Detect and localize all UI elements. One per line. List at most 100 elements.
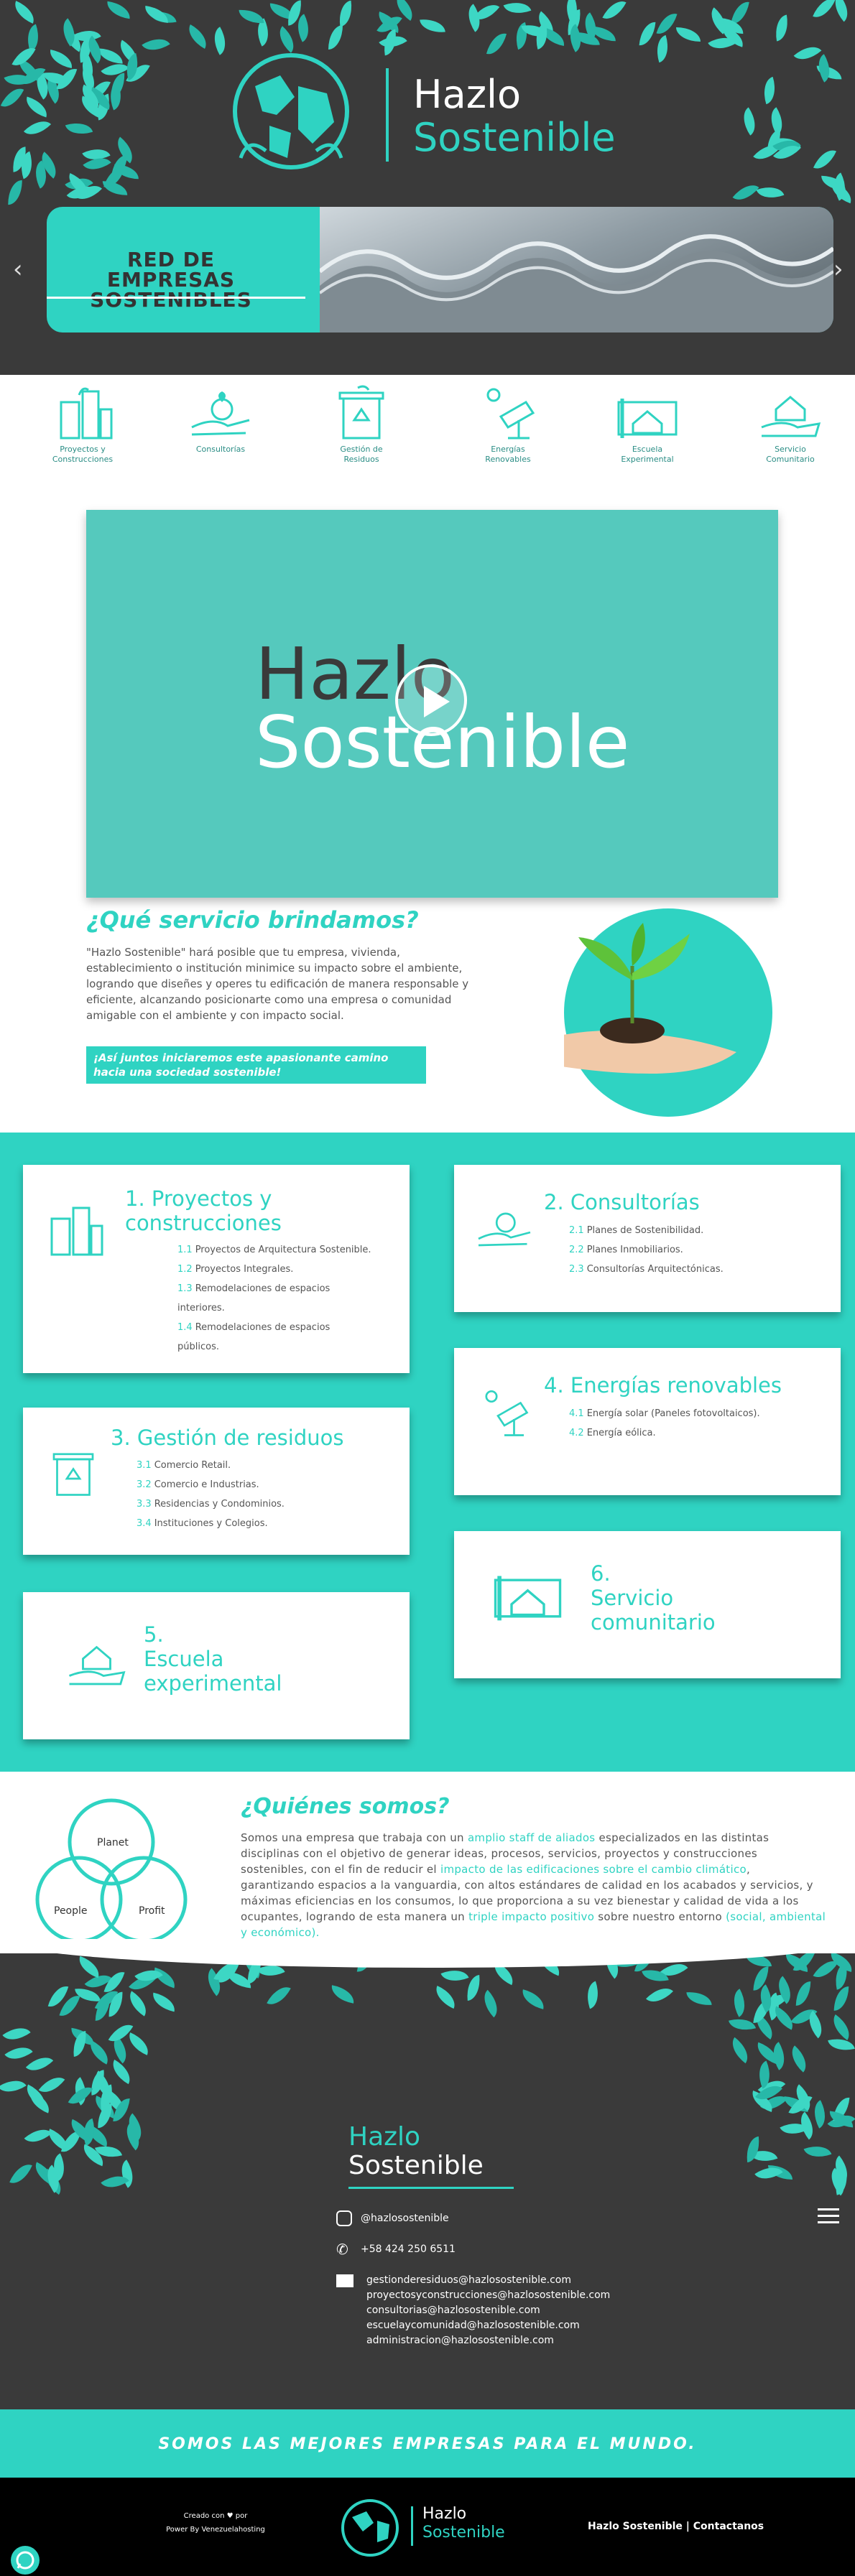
about-highlight: amplio staff de aliados [467, 1831, 596, 1844]
service-card-residuos[interactable]: 3. Gestión de residuos 3.1 Comercio Retai… [23, 1408, 410, 1555]
phone-number[interactable]: +58 424 250 6511 [361, 2243, 456, 2255]
category-label: Gestión de [340, 445, 383, 454]
category-residuos[interactable]: Gestión de Residuos [308, 384, 415, 465]
leaf-icon [24, 114, 52, 142]
item-text: Comercio e Industrias. [154, 1479, 259, 1490]
service-card-escuela[interactable]: 5. Escuela experimental [23, 1592, 410, 1739]
category-escuela[interactable]: Escuela Experimental [593, 384, 701, 465]
slider-line1: RED DE EMPRESAS [106, 248, 236, 292]
leaf-icon [736, 107, 762, 136]
instagram-handle[interactable]: @hazlosostenible [361, 2213, 449, 2224]
service-card-consultorias[interactable]: 2. Consultorías 2.1 Planes de Sostenibili… [454, 1165, 841, 1312]
service-item: 2.2 Planes Inmobiliarios. [569, 1240, 813, 1260]
hand-house-icon [761, 396, 821, 437]
service-item: 1.1 Proyectos de Arquitectura Sostenible. [177, 1240, 393, 1260]
leaf-icon [239, 9, 264, 24]
service-item: 3.3 Residencias y Condominios. [137, 1494, 381, 1514]
triple-impact-venn-icon: Planet People Profit [35, 1798, 188, 1943]
email-link[interactable]: administracion@hazlosostenible.com [366, 2333, 610, 2348]
item-text: Comercio Retail. [154, 1460, 231, 1471]
service-title-line: 1. Proyectos y [125, 1186, 272, 1211]
slogan-text: SOMOS LAS MEJORES EMPRESAS PARA EL MUNDO… [158, 2435, 697, 2453]
email-link[interactable]: gestionderesiduos@hazlosostenible.com [366, 2273, 610, 2288]
leaf-icon [486, 30, 507, 58]
instagram-row[interactable]: @hazlosostenible [336, 2210, 449, 2226]
item-number: 3.2 [137, 1479, 152, 1490]
leaf-icon [119, 2122, 147, 2151]
leaf-icon [141, 32, 170, 57]
leaf-icon [685, 1990, 712, 2007]
play-icon[interactable] [395, 664, 467, 736]
services-cta: ¡Así juntos iniciaremos este apasionante… [86, 1046, 426, 1084]
leaf-icon [828, 2035, 855, 2055]
footer-links[interactable]: Hazlo Sostenible | Contactanos [588, 2521, 764, 2532]
email-link[interactable]: consultorias@hazlosostenible.com [366, 2303, 610, 2318]
footer-brand-sostenible: Sostenible [348, 2151, 484, 2180]
leaf-icon [726, 1988, 752, 2017]
item-number: 1.4 [177, 1322, 193, 1333]
solar-panel-icon [485, 1390, 529, 1436]
leaf-icon [732, 178, 759, 207]
leaf-icon [824, 2167, 852, 2196]
powered-by-link[interactable]: Power By Venezuelahosting [137, 2526, 295, 2534]
phone-row[interactable]: ✆ +58 424 250 6511 [336, 2241, 456, 2258]
leaf-icon [110, 73, 126, 98]
email-list: gestionderesiduos@hazlosostenible.com pr… [366, 2273, 610, 2348]
intro-video[interactable]: Hazlo Sostenible [86, 510, 778, 898]
site-footer: Hazlo Sostenible @hazlosostenible ✆ +58 4… [0, 1953, 855, 2413]
service-item: 2.3 Consultorías Arquitectónicas. [569, 1260, 813, 1279]
service-item: 3.2 Comercio e Industrias. [137, 1475, 381, 1494]
service-item: 1.3 Remodelaciones de espacios [177, 1279, 393, 1298]
category-label: Construcciones [52, 455, 114, 464]
leaf-icon [728, 2014, 756, 2035]
leaf-icon [26, 2050, 54, 2078]
leaf-icon [23, 96, 51, 118]
service-title: 4. Energías renovables [544, 1373, 782, 1398]
hand-plant-icon [191, 391, 250, 436]
bottom-brand-hazlo: Hazlo [422, 2505, 467, 2523]
item-number: 1.2 [177, 1264, 193, 1275]
menu-icon[interactable] [818, 2208, 839, 2223]
leaf-icon [465, 1975, 482, 2001]
item-number: 1.1 [177, 1245, 193, 1255]
logo-sostenible: Sostenible [413, 115, 616, 160]
service-card-proyectos[interactable]: 1. Proyectos y construcciones 1.1 Proyecto… [23, 1165, 410, 1373]
whatsapp-icon[interactable] [11, 2546, 40, 2575]
leaf-icon [0, 2073, 27, 2099]
service-title-line: 6. [591, 1561, 611, 1586]
slider-underline [47, 297, 305, 299]
cta-line2: hacia una sociedad sostenible! [93, 1066, 282, 1079]
leaf-icon [336, 0, 355, 27]
leaf-icon [440, 1964, 469, 1987]
category-servicio[interactable]: Servicio Comunitario [736, 384, 844, 465]
services-section: 1. Proyectos y construcciones 1.1 Proyecto… [0, 1133, 855, 1772]
footer-brand-hazlo: Hazlo [348, 2122, 421, 2152]
service-card-energias[interactable]: 4. Energías renovables 4.1 Energía solar … [454, 1348, 841, 1495]
slider-line2: SOSTENIBLES [90, 288, 252, 312]
service-title-line: construcciones [125, 1211, 282, 1235]
category-energias[interactable]: Energías Renovables [454, 384, 562, 465]
item-text: públicos. [177, 1342, 219, 1352]
leaf-icon [793, 39, 822, 67]
site-header: Hazlo Sostenible RED DE EMPRESAS SOSTENI… [0, 0, 855, 375]
chevron-right-icon[interactable]: › [833, 255, 844, 284]
email-icon [336, 2274, 353, 2287]
hand-house-icon [68, 1645, 126, 1685]
item-text: Energía solar (Paneles fotovoltaicos). [586, 1408, 760, 1419]
item-text: Proyectos de Arquitectura Sostenible. [195, 1245, 371, 1255]
email-link[interactable]: proyectosyconstrucciones@hazlosostenible… [366, 2288, 610, 2303]
credits: Creado con ♥ por Power By Venezuelahosti… [137, 2512, 295, 2534]
services-intro-text: "Hazlo Sostenible" hará posible que tu e… [86, 946, 469, 1022]
leaf-icon [754, 2159, 783, 2186]
leaf-icon [4, 2040, 33, 2066]
phone-icon: ✆ [336, 2241, 348, 2258]
item-number: 2.1 [569, 1225, 584, 1236]
leaf-icon [827, 2014, 855, 2040]
category-proyectos[interactable]: Proyectos y Construcciones [29, 384, 137, 465]
email-link[interactable]: escuelaycomunidad@hazlosostenible.com [366, 2318, 610, 2333]
chevron-left-icon[interactable]: ‹ [13, 255, 23, 284]
item-text: interiores. [177, 1303, 225, 1313]
category-consultorias[interactable]: Consultorías [167, 384, 274, 455]
service-card-servicio[interactable]: 6. Servicio comunitario [454, 1531, 841, 1678]
hero-slider[interactable]: RED DE EMPRESAS SOSTENIBLES [47, 207, 833, 333]
